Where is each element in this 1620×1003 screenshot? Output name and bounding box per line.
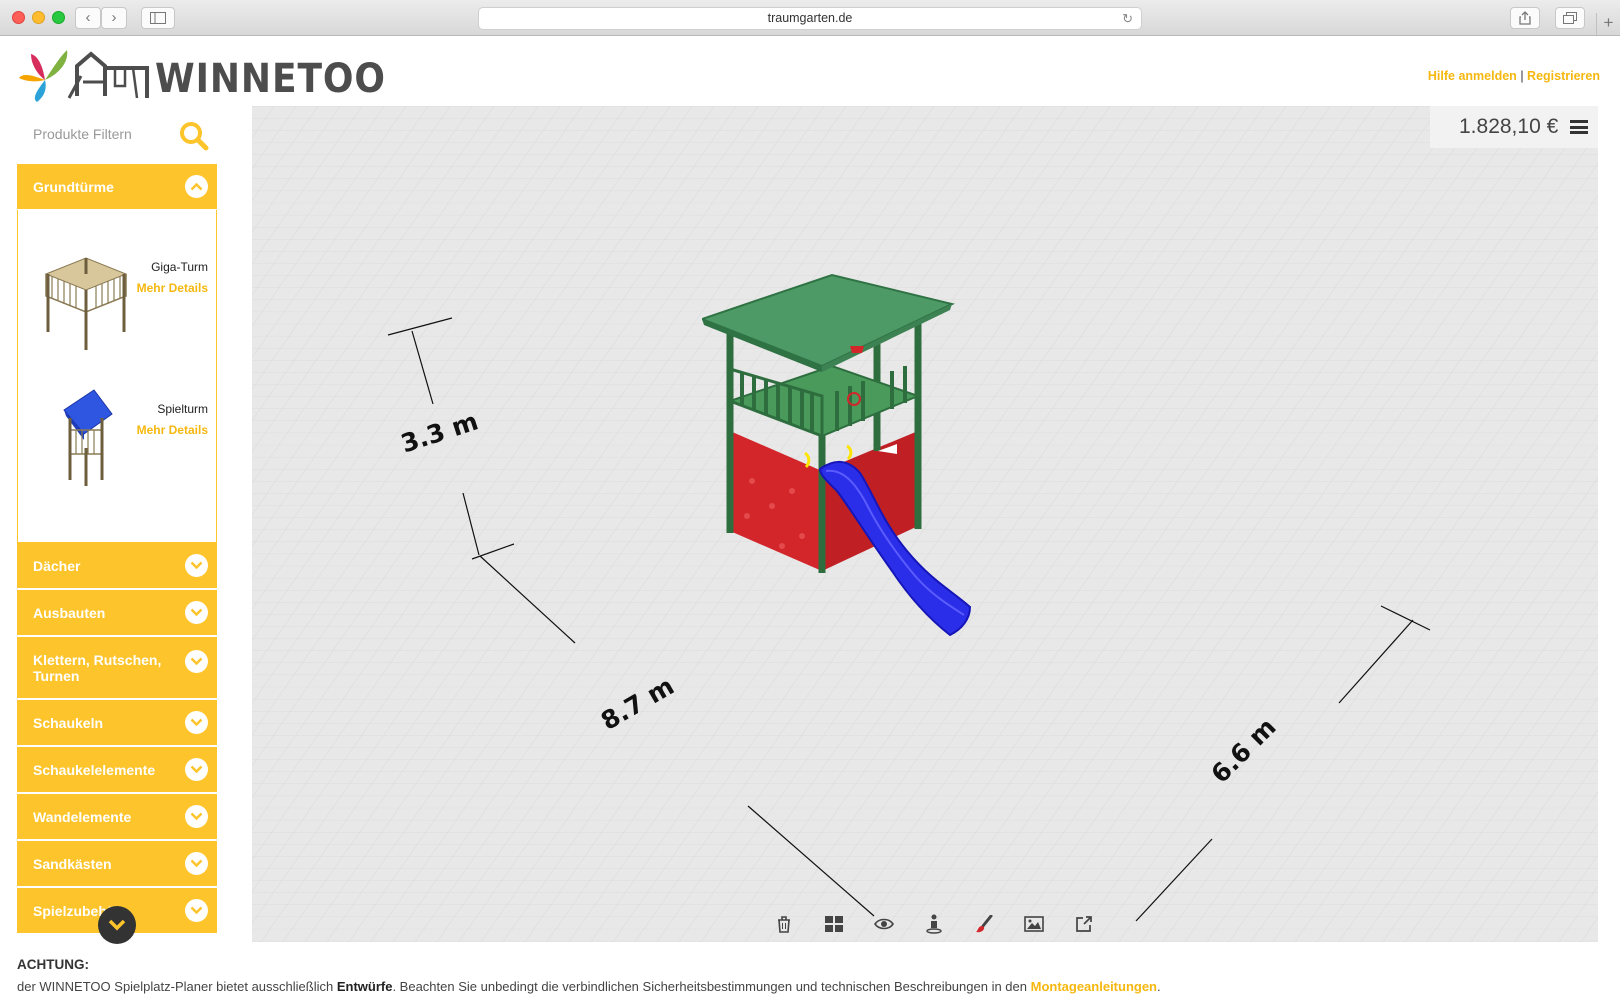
help-login-link[interactable]: Hilfe anmelden	[1428, 69, 1517, 83]
category-grundtuerme[interactable]: Grundtürme	[17, 164, 217, 211]
chevron-down-icon[interactable]	[185, 711, 208, 734]
category-daecher[interactable]: Dächer	[17, 543, 217, 590]
warning-end: .	[1157, 979, 1161, 994]
category-klettern-rutschen-turnen[interactable]: Klettern, Rutschen, Turnen	[17, 637, 217, 700]
category-schaukelelemente[interactable]: Schaukelelemente	[17, 747, 217, 794]
product-filter	[17, 113, 217, 157]
link-separator: |	[1520, 69, 1524, 83]
browser-toolbar: ‹ › traumgarten.de ↻ +	[0, 0, 1620, 36]
spielturm-thumbnail	[63, 389, 113, 486]
register-link[interactable]: Registrieren	[1527, 69, 1600, 83]
category-label: Klettern, Rutschen, Turnen	[33, 651, 162, 684]
chevron-down-icon[interactable]	[185, 650, 208, 673]
warning-prefix: der WINNETOO Spielplatz-Planer bietet au…	[17, 979, 337, 994]
price-panel: 1.828,10 €	[1430, 106, 1598, 148]
product-name: Spielturm	[157, 402, 208, 416]
person-icon[interactable]	[920, 910, 948, 938]
new-tab-button[interactable]: +	[1596, 13, 1620, 35]
category-ausbauten[interactable]: Ausbauten	[17, 590, 217, 637]
close-window-button[interactable]	[12, 11, 25, 24]
category-label: Ausbauten	[33, 604, 106, 621]
product-item-giga-turm[interactable]: Giga-Turm Mehr Details	[18, 244, 216, 364]
chevron-down-icon[interactable]	[185, 758, 208, 781]
warning-text: der WINNETOO Spielplatz-Planer bietet au…	[17, 979, 1161, 994]
image-icon[interactable]	[1020, 910, 1048, 938]
product-name: Giga-Turm	[151, 260, 208, 274]
tabs-icon[interactable]	[1555, 7, 1585, 29]
category-sandkaesten[interactable]: Sandkästen	[17, 841, 217, 888]
canvas-toolbar	[770, 910, 1098, 938]
reload-icon[interactable]: ↻	[1122, 8, 1133, 29]
eye-icon[interactable]	[870, 910, 898, 938]
category-label: Grundtürme	[33, 178, 114, 195]
product-panel: Giga-Turm Mehr Details Spielturm Mehr De…	[17, 210, 217, 543]
planner-canvas[interactable]: 3.3 m 8.7 m 6.6 m 1.828,10 €	[252, 106, 1598, 942]
category-label: Schaukelelemente	[33, 761, 156, 778]
category-label: Dächer	[33, 557, 81, 574]
chevron-down-icon[interactable]	[185, 852, 208, 875]
zoom-window-button[interactable]	[52, 11, 65, 24]
address-bar[interactable]: traumgarten.de ↻	[478, 7, 1142, 30]
minimize-window-button[interactable]	[32, 11, 45, 24]
external-link-icon[interactable]	[1070, 910, 1098, 938]
grid-view-icon[interactable]	[820, 910, 848, 938]
logo-text: WINNETOO	[155, 56, 386, 102]
category-label: Wandelemente	[33, 808, 132, 825]
slide-3d-model	[818, 461, 972, 637]
trash-icon[interactable]	[770, 910, 798, 938]
url-text: traumgarten.de	[767, 11, 853, 25]
chevron-down-icon[interactable]	[185, 805, 208, 828]
chevron-down-icon[interactable]	[185, 554, 208, 577]
winnetoo-logo[interactable]: WINNETOO	[17, 46, 385, 104]
logo-graphic	[19, 50, 149, 102]
share-icon[interactable]	[1510, 7, 1540, 29]
chevron-left-icon[interactable]: ‹	[75, 7, 101, 29]
giga-turm-thumbnail	[44, 257, 128, 350]
more-details-link[interactable]: Mehr Details	[137, 281, 208, 295]
category-wandelemente[interactable]: Wandelemente	[17, 794, 217, 841]
product-item-spielturm[interactable]: Spielturm Mehr Details	[18, 388, 216, 508]
warning-bold: Entwürfe	[336, 979, 393, 994]
hamburger-menu-icon[interactable]	[1570, 120, 1588, 134]
category-label: Schaukeln	[33, 714, 104, 731]
sidebar-icon[interactable]	[141, 7, 175, 29]
account-links: Hilfe anmelden | Registrieren	[1428, 69, 1600, 83]
more-details-link[interactable]: Mehr Details	[137, 423, 208, 437]
total-price: 1.828,10 €	[1459, 115, 1559, 138]
chevron-down-icon	[108, 919, 126, 931]
scroll-down-button[interactable]	[98, 906, 136, 944]
category-schaukeln[interactable]: Schaukeln	[17, 700, 217, 747]
paint-brush-icon[interactable]	[970, 910, 998, 938]
chevron-down-icon[interactable]	[185, 601, 208, 624]
chevron-right-icon[interactable]: ›	[101, 7, 127, 29]
search-icon[interactable]	[179, 121, 209, 151]
warning-middle: . Beachten Sie unbedingt die verbindlich…	[392, 979, 1031, 994]
warning-title: ACHTUNG:	[17, 957, 89, 972]
assembly-instructions-link[interactable]: Montageanleitungen	[1031, 979, 1157, 994]
category-label: Sandkästen	[33, 855, 112, 872]
filter-input[interactable]	[17, 119, 167, 149]
chevron-up-icon[interactable]	[185, 175, 208, 198]
chevron-down-icon[interactable]	[185, 899, 208, 922]
